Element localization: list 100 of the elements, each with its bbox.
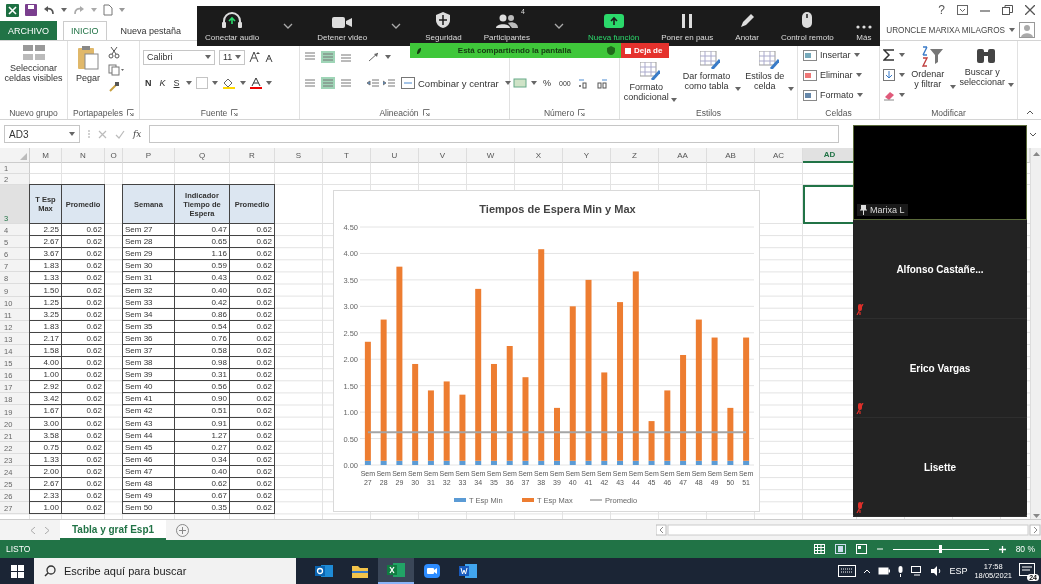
insert-button[interactable]: Insertar [801, 47, 865, 63]
toolbar-button[interactable]: Poner en paus [661, 6, 714, 46]
decrease-decimal-icon[interactable] [594, 77, 609, 89]
dialog-launcher-icon[interactable] [578, 109, 586, 116]
keyboard-icon[interactable] [838, 565, 857, 577]
zoom-level[interactable]: 80 % [1015, 544, 1035, 554]
caret-icon[interactable] [119, 8, 125, 12]
caret-icon[interactable] [531, 81, 537, 85]
excel-icon[interactable] [6, 3, 19, 17]
sort-filter-button[interactable]: Ordenar y filtrar [908, 43, 956, 91]
normal-view-icon[interactable] [813, 544, 825, 554]
decrease-indent-icon[interactable] [367, 77, 379, 89]
dialog-launcher-icon[interactable] [231, 109, 239, 116]
chevron-up-icon[interactable] [863, 568, 872, 574]
caret-icon[interactable] [69, 132, 75, 136]
column-header[interactable]: V [419, 148, 467, 163]
stop-share-button[interactable]: Deja de [621, 43, 669, 58]
add-sheet-icon[interactable] [176, 523, 190, 537]
network-icon[interactable] [911, 566, 924, 576]
increase-indent-icon[interactable] [383, 77, 395, 89]
format-button[interactable]: Formato [801, 87, 865, 103]
toolbar-button[interactable]: Nueva función [588, 6, 640, 46]
caret-icon[interactable] [205, 55, 211, 59]
fill-down-icon[interactable] [883, 69, 895, 81]
save-icon[interactable] [25, 4, 37, 16]
copy-icon[interactable] [108, 64, 124, 76]
expand-icon[interactable] [1029, 131, 1037, 137]
fill-color-icon[interactable] [221, 77, 236, 89]
caret-icon[interactable] [504, 81, 511, 85]
caret-icon[interactable] [899, 93, 905, 97]
sheet-tab[interactable]: Tabla y graf Esp1 [60, 520, 167, 540]
microphone-icon[interactable] [897, 565, 905, 577]
name-box[interactable]: AD3 [4, 125, 80, 143]
ribbon-tab[interactable]: Nueva pestaña [112, 21, 190, 40]
italic-button[interactable]: K [157, 78, 168, 88]
toolbar-button[interactable]: Detener video [317, 6, 368, 46]
column-header[interactable]: AA [659, 148, 707, 163]
column-header[interactable]: P [123, 148, 175, 163]
caret-icon[interactable] [385, 55, 391, 59]
column-header[interactable]: AC [755, 148, 803, 163]
toolbar-button[interactable]: Control remoto [780, 6, 834, 46]
column-header[interactable]: O [105, 148, 123, 163]
caret-icon[interactable] [856, 93, 863, 97]
caret-icon[interactable] [185, 81, 192, 85]
language-indicator[interactable]: ESP [949, 566, 968, 576]
underline-button[interactable]: S [171, 78, 182, 88]
restore-icon[interactable] [1002, 5, 1013, 15]
horizontal-scrollbar[interactable] [656, 524, 1041, 536]
close-icon[interactable] [1025, 5, 1035, 15]
format-as-table-button[interactable]: Dar formato como tabla [680, 49, 741, 93]
caret-icon[interactable] [855, 73, 862, 77]
collapse-ribbon-icon[interactable] [1026, 110, 1034, 115]
toolbar-button[interactable]: Conectar audio [205, 6, 260, 46]
caret-icon[interactable] [239, 81, 246, 85]
caret-icon[interactable] [949, 85, 956, 89]
scissors-icon[interactable] [108, 47, 120, 59]
column-header[interactable]: T [323, 148, 371, 163]
merge-center-button[interactable]: Combinar y centrar [399, 77, 501, 89]
help-button[interactable]: ? [938, 3, 945, 17]
dialog-launcher-icon[interactable] [127, 109, 135, 116]
sum-icon[interactable] [883, 49, 895, 61]
select-visible-cells-button[interactable]: Seleccionar celdas visibles [3, 43, 64, 85]
caret-icon[interactable] [1009, 28, 1015, 32]
bold-button[interactable]: N [143, 78, 154, 88]
notifications-icon[interactable] [1019, 563, 1035, 577]
zoom-in-icon[interactable] [998, 545, 1006, 553]
column-header[interactable]: R [230, 148, 275, 163]
caret-icon[interactable] [671, 98, 678, 102]
page-layout-icon[interactable] [834, 544, 846, 554]
percent-button[interactable]: % [541, 78, 553, 88]
delete-button[interactable]: Eliminar [801, 67, 865, 83]
find-select-button[interactable]: Buscar y seleccionar [958, 43, 1014, 89]
zoom-slider[interactable] [892, 544, 989, 554]
ribbon-tab[interactable]: INICIO [63, 21, 107, 40]
caret-icon[interactable] [1008, 83, 1014, 87]
undo-icon[interactable] [43, 5, 55, 15]
conditional-format-button[interactable]: Formato condicional [623, 60, 678, 104]
eraser-icon[interactable] [883, 89, 895, 101]
cell-styles-button[interactable]: Estilos de celda [743, 49, 794, 93]
grow-font-icon[interactable] [249, 51, 261, 63]
dialog-launcher-icon[interactable] [422, 109, 430, 116]
page-break-icon[interactable] [855, 544, 867, 554]
paste-button[interactable]: Pegar [71, 43, 105, 85]
avatar-icon[interactable] [1019, 22, 1035, 38]
orientation-icon[interactable] [367, 51, 381, 63]
caret-icon[interactable] [734, 87, 741, 91]
font-color-icon[interactable] [249, 77, 262, 89]
format-painter-icon[interactable] [108, 81, 120, 93]
zoom-out-icon[interactable] [876, 546, 883, 552]
column-header[interactable]: Y [563, 148, 611, 163]
ribbon-options-icon[interactable] [957, 5, 968, 15]
column-header[interactable]: Q [175, 148, 230, 163]
caret-icon[interactable] [61, 8, 67, 12]
insert-function-button[interactable]: fx [133, 129, 142, 139]
column-header[interactable]: X [515, 148, 563, 163]
caret-icon[interactable] [211, 81, 218, 85]
caret-icon[interactable] [899, 73, 905, 77]
ribbon-tab[interactable]: ARCHIVO [0, 21, 57, 40]
battery-icon[interactable] [878, 567, 891, 575]
column-header[interactable]: S [275, 148, 323, 163]
